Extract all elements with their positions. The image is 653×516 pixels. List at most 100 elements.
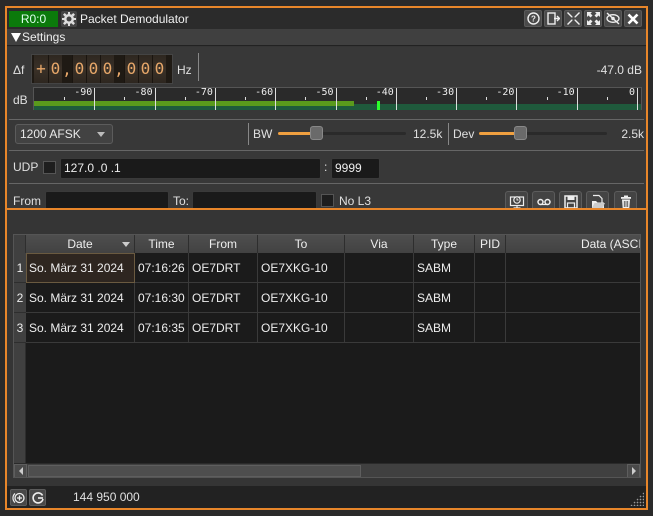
meter-major-tick	[395, 88, 397, 110]
cell-type[interactable]: SABM	[414, 313, 475, 343]
cell-time[interactable]: 07:16:26	[135, 253, 189, 283]
cell-to[interactable]: OE7XKG-10	[258, 313, 345, 343]
meter-minor-tick	[606, 97, 608, 100]
bw-slider[interactable]	[278, 126, 406, 140]
cell-via[interactable]	[345, 283, 414, 313]
cell-type[interactable]: SABM	[414, 283, 475, 313]
move-to-workspace-button[interactable]	[544, 10, 562, 27]
meter-major-tick	[576, 88, 578, 110]
cell-date[interactable]: So. März 31 2024	[26, 313, 135, 343]
cell-pid[interactable]	[475, 253, 506, 283]
relocate-button[interactable]	[29, 489, 46, 506]
modulation-value: 1200 AFSK	[20, 127, 81, 141]
cell-to[interactable]: OE7XKG-10	[258, 283, 345, 313]
no-l3-checkbox[interactable]	[321, 194, 334, 207]
row-number[interactable]: 3	[14, 313, 26, 343]
meter-minor-tick	[546, 97, 548, 100]
column-header-data[interactable]: Data (ASCII	[506, 235, 640, 253]
freq-sign[interactable]: +	[34, 55, 48, 83]
divider	[9, 150, 644, 151]
bw-value: 12.5k	[413, 127, 443, 141]
column-header-label: Date	[67, 237, 93, 251]
move-to-workspace-icon	[546, 12, 560, 25]
scroll-right-button[interactable]	[627, 464, 640, 477]
divider	[9, 183, 644, 184]
column-header-time[interactable]: Time	[135, 235, 189, 253]
shrink-icon	[566, 12, 580, 25]
freq-digit[interactable]: 0	[48, 55, 62, 83]
cell-from[interactable]: OE7DRT	[189, 253, 258, 283]
title-bar: R0:0 Packet Demodulator ?	[7, 8, 646, 29]
column-header-from[interactable]: From	[189, 235, 258, 253]
help-button[interactable]: ?	[524, 10, 542, 27]
svg-text:?: ?	[531, 15, 536, 24]
udp-label: UDP	[13, 160, 39, 174]
meter-tick-label: 0	[628, 87, 635, 98]
cell-date[interactable]: So. März 31 2024	[26, 253, 135, 283]
cell-pid[interactable]	[475, 283, 506, 313]
meter-tick-label: -90	[74, 87, 93, 98]
row-number[interactable]: 2	[14, 283, 26, 313]
cell-data[interactable]	[506, 283, 640, 313]
cell-date[interactable]: So. März 31 2024	[26, 283, 135, 313]
maximize-button[interactable]	[584, 10, 602, 27]
freq-digit[interactable]: 0	[72, 55, 86, 83]
meter-tick-label: -60	[255, 87, 274, 98]
slider-handle[interactable]	[513, 126, 527, 140]
cell-from[interactable]: OE7DRT	[189, 313, 258, 343]
udp-port-input[interactable]: 9999	[331, 158, 380, 179]
close-button[interactable]	[624, 10, 642, 27]
meter-major-tick	[516, 88, 518, 110]
corner-button[interactable]	[14, 235, 26, 253]
resize-grip[interactable]	[630, 492, 644, 506]
cell-via[interactable]	[345, 313, 414, 343]
meter-major-tick	[637, 88, 638, 110]
column-header-type[interactable]: Type	[414, 235, 475, 253]
column-header-via[interactable]: Via	[345, 235, 414, 253]
cell-time[interactable]: 07:16:30	[135, 283, 189, 313]
column-header-date[interactable]: Date	[26, 235, 135, 253]
settings-button[interactable]	[61, 11, 77, 27]
cell-pid[interactable]	[475, 313, 506, 343]
to-filter-label: To:	[173, 194, 190, 208]
meter-tick-label: -70	[194, 87, 213, 98]
freq-digit[interactable]: 0	[124, 55, 138, 83]
channel-badge[interactable]: R0:0	[9, 11, 58, 27]
meter-major-tick	[456, 88, 458, 110]
hide-button[interactable]	[604, 10, 622, 27]
scrollbar-thumb[interactable]	[28, 465, 361, 477]
horizontal-scrollbar[interactable]	[14, 463, 640, 477]
settings-panel: Δf + 0 , 0 0 0 , 0 0 0 Hz -47.0 dB dB -9…	[7, 47, 646, 212]
settings-section-header[interactable]: Settings	[7, 29, 646, 46]
freq-digit[interactable]: 0	[100, 55, 114, 83]
meter-tick-label: -40	[375, 87, 394, 98]
gear-icon	[62, 12, 76, 26]
udp-enable-checkbox[interactable]	[43, 161, 56, 174]
cell-via[interactable]	[345, 253, 414, 283]
frequency-offset-dial[interactable]: + 0 , 0 0 0 , 0 0 0	[31, 54, 173, 84]
cell-to[interactable]: OE7XKG-10	[258, 253, 345, 283]
udp-address-input[interactable]: 127.0 .0 .1	[60, 158, 321, 179]
add-channel-button[interactable]	[10, 489, 27, 506]
freq-digit[interactable]: 0	[152, 55, 166, 83]
column-header-pid[interactable]: PID	[475, 235, 506, 253]
freq-digit[interactable]: 0	[138, 55, 152, 83]
add-circle-icon	[11, 492, 25, 503]
db-label: dB	[13, 93, 28, 107]
row-number[interactable]: 1	[14, 253, 26, 283]
cell-type[interactable]: SABM	[414, 253, 475, 283]
shrink-button[interactable]	[564, 10, 582, 27]
cell-time[interactable]: 07:16:35	[135, 313, 189, 343]
modulation-select[interactable]: 1200 AFSK	[15, 124, 113, 144]
cell-data[interactable]	[506, 253, 640, 283]
scroll-left-button[interactable]	[14, 464, 27, 477]
hide-icon	[606, 12, 620, 25]
cell-data[interactable]	[506, 313, 640, 343]
cell-from[interactable]: OE7DRT	[189, 283, 258, 313]
settings-header-label: Settings	[22, 30, 66, 44]
dev-slider[interactable]	[479, 126, 607, 140]
column-header-to[interactable]: To	[258, 235, 345, 253]
divider	[448, 123, 449, 145]
slider-handle[interactable]	[310, 126, 324, 140]
freq-digit[interactable]: 0	[86, 55, 100, 83]
